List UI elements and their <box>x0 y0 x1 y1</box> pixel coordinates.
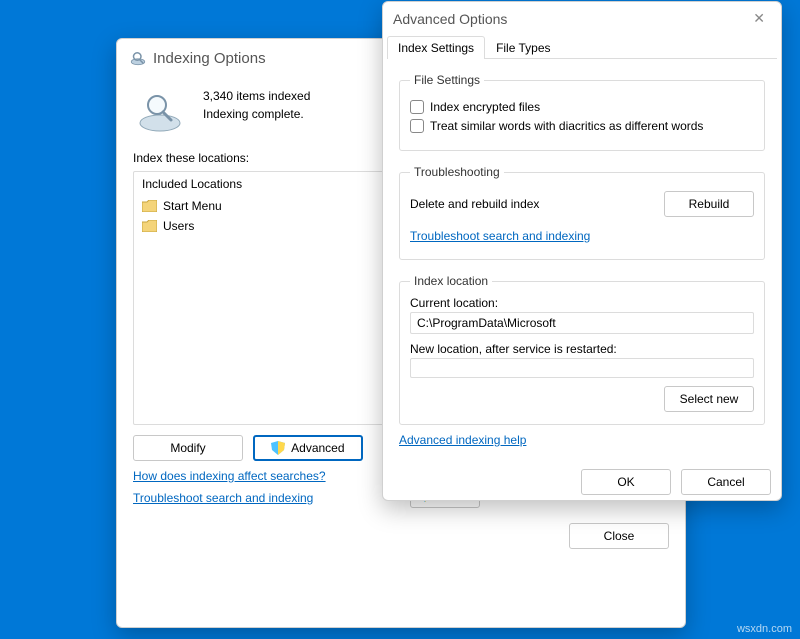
rebuild-button[interactable]: Rebuild <box>664 191 754 217</box>
advanced-button[interactable]: Advanced <box>253 435 363 461</box>
new-location-value <box>410 358 754 378</box>
indexing-icon <box>129 49 147 67</box>
folder-icon <box>142 200 157 212</box>
troubleshoot-link[interactable]: Troubleshoot search and indexing <box>410 229 590 243</box>
troubleshoot-link[interactable]: Troubleshoot search and indexing <box>133 491 313 505</box>
item-label: Start Menu <box>163 199 222 213</box>
delete-rebuild-label: Delete and rebuild index <box>410 197 539 211</box>
cancel-button[interactable]: Cancel <box>681 469 771 495</box>
diacritics-checkbox[interactable] <box>410 119 424 133</box>
ok-button[interactable]: OK <box>581 469 671 495</box>
titlebar: Advanced Options ✕ <box>383 2 781 35</box>
encrypted-checkbox[interactable] <box>410 100 424 114</box>
item-label: Users <box>163 219 194 233</box>
affect-searches-link[interactable]: How does indexing affect searches? <box>133 469 326 483</box>
ao-content: File Settings Index encrypted files Trea… <box>383 73 781 461</box>
folder-icon <box>142 220 157 232</box>
diacritics-label: Treat similar words with diacritics as d… <box>430 119 703 133</box>
close-button[interactable]: Close <box>569 523 669 549</box>
advanced-options-window: Advanced Options ✕ Index Settings File T… <box>382 1 782 501</box>
group-legend: File Settings <box>410 73 484 87</box>
new-location-label: New location, after service is restarted… <box>410 342 754 356</box>
indexed-count: 3,340 items indexed <box>203 89 310 103</box>
tab-file-types[interactable]: File Types <box>485 36 561 59</box>
modify-button[interactable]: Modify <box>133 435 243 461</box>
troubleshooting-group: Troubleshooting Delete and rebuild index… <box>399 165 765 260</box>
advanced-help-link[interactable]: Advanced indexing help <box>399 433 526 447</box>
indexing-state: Indexing complete. <box>203 107 310 121</box>
group-legend: Troubleshooting <box>410 165 504 179</box>
window-title: Advanced Options <box>393 11 507 27</box>
file-settings-group: File Settings Index encrypted files Trea… <box>399 73 765 151</box>
encrypted-label: Index encrypted files <box>430 100 540 114</box>
window-title: Indexing Options <box>153 50 266 67</box>
shield-icon <box>271 441 285 455</box>
close-icon[interactable]: ✕ <box>747 8 771 29</box>
tab-index-settings[interactable]: Index Settings <box>387 36 485 59</box>
current-location-label: Current location: <box>410 296 754 310</box>
index-location-group: Index location Current location: C:\Prog… <box>399 274 765 425</box>
watermark: wsxdn.com <box>737 623 792 635</box>
current-location-value: C:\ProgramData\Microsoft <box>410 312 754 334</box>
select-new-button[interactable]: Select new <box>664 386 754 412</box>
tabstrip: Index Settings File Types <box>387 35 777 59</box>
status-icon <box>135 85 185 135</box>
group-legend: Index location <box>410 274 492 288</box>
